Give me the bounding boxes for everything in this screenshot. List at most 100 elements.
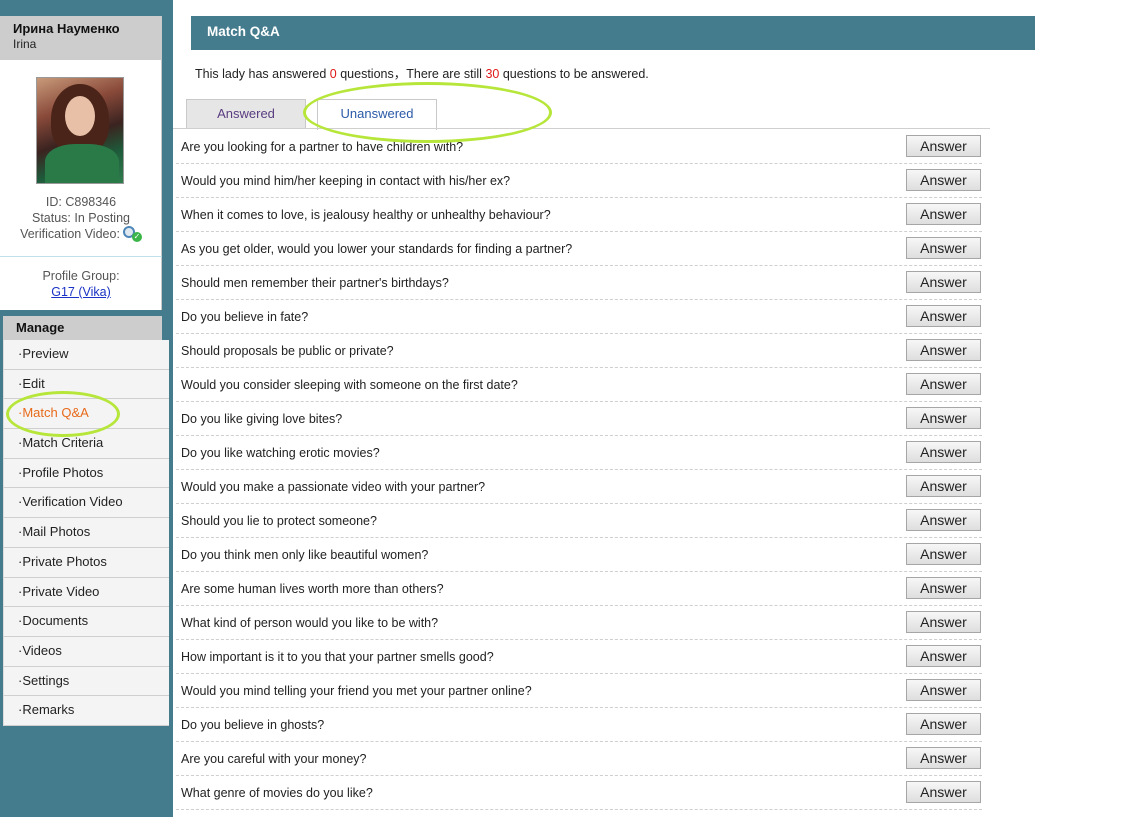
question-text: Should you lie to protect someone? bbox=[181, 514, 377, 528]
answer-button[interactable]: Answer bbox=[906, 679, 981, 701]
answer-button[interactable]: Answer bbox=[906, 781, 981, 803]
question-text: Would you mind telling your friend you m… bbox=[181, 684, 532, 698]
tabs-divider bbox=[173, 128, 990, 129]
answer-button[interactable]: Answer bbox=[906, 611, 981, 633]
question-text: When it comes to love, is jealousy healt… bbox=[181, 208, 551, 222]
menu-item-edit[interactable]: ·Edit bbox=[3, 369, 169, 400]
answer-button[interactable]: Answer bbox=[906, 713, 981, 735]
summary-text: This lady has answered bbox=[195, 67, 330, 81]
question-text: Would you make a passionate video with y… bbox=[181, 480, 486, 494]
profile-card: Ирина Науменко Irina ID: C898346 Status:… bbox=[0, 16, 162, 310]
answer-button[interactable]: Answer bbox=[906, 747, 981, 769]
question-text: What kind of person would you like to be… bbox=[181, 616, 439, 630]
question-text: Do you think men only like beautiful wom… bbox=[181, 548, 429, 562]
menu-item-verification-video[interactable]: ·Verification Video bbox=[3, 488, 169, 519]
question-row: Do you think men only like beautiful wom… bbox=[176, 538, 982, 572]
question-text: How important is it to you that your par… bbox=[181, 650, 494, 664]
answer-button[interactable]: Answer bbox=[906, 645, 981, 667]
answer-button[interactable]: Answer bbox=[906, 135, 981, 157]
profile-status: Status: In Posting bbox=[32, 211, 130, 225]
answered-count: 0 bbox=[329, 67, 337, 81]
answer-button[interactable]: Answer bbox=[906, 475, 981, 497]
question-text: Would you mind him/her keeping in contac… bbox=[181, 174, 511, 188]
question-row: What kind of person would you like to be… bbox=[176, 606, 982, 640]
question-row: How important is it to you that your par… bbox=[176, 640, 982, 674]
question-text: Do you believe in fate? bbox=[181, 310, 309, 324]
tab-answered[interactable]: Answered bbox=[186, 99, 306, 129]
profile-group-label: Profile Group: bbox=[42, 269, 120, 283]
divider bbox=[0, 256, 162, 257]
summary-text: questions to be answered. bbox=[499, 67, 649, 81]
question-row: Do you like giving love bites? Answer bbox=[176, 402, 982, 436]
profile-header: Ирина Науменко Irina bbox=[0, 16, 161, 60]
menu-item-documents[interactable]: ·Documents bbox=[3, 607, 169, 637]
question-text: Do you like watching erotic movies? bbox=[181, 446, 380, 460]
answer-summary: This lady has answered 0 questions，There… bbox=[195, 63, 649, 82]
question-row: Are you looking for a partner to have ch… bbox=[176, 130, 982, 164]
answer-button[interactable]: Answer bbox=[906, 237, 981, 259]
answer-button[interactable]: Answer bbox=[906, 577, 981, 599]
answer-button[interactable]: Answer bbox=[906, 543, 981, 565]
question-text: Should proposals be public or private? bbox=[181, 344, 394, 358]
question-text: Are you looking for a partner to have ch… bbox=[181, 140, 464, 154]
question-text: Do you like giving love bites? bbox=[181, 412, 343, 426]
webcam-verified-icon[interactable]: ✓ bbox=[122, 226, 142, 242]
verification-video-label: Verification Video: bbox=[20, 227, 120, 241]
answer-button[interactable]: Answer bbox=[906, 339, 981, 361]
answer-button[interactable]: Answer bbox=[906, 441, 981, 463]
menu-item-preview[interactable]: ·Preview bbox=[3, 340, 169, 370]
question-row: Do you like watching erotic movies? Answe… bbox=[176, 436, 982, 470]
menu-item-private-video[interactable]: ·Private Video bbox=[3, 577, 169, 608]
menu-item-remarks[interactable]: ·Remarks bbox=[3, 696, 169, 726]
sidebar: Ирина Науменко Irina ID: C898346 Status:… bbox=[0, 0, 173, 817]
question-row: As you get older, would you lower your s… bbox=[176, 232, 982, 266]
question-text: Are some human lives worth more than oth… bbox=[181, 582, 444, 596]
question-row: Do you believe in ghosts? Answer bbox=[176, 708, 982, 742]
answer-button[interactable]: Answer bbox=[906, 407, 981, 429]
answer-button[interactable]: Answer bbox=[906, 373, 981, 395]
question-row: When it comes to love, is jealousy healt… bbox=[176, 198, 982, 232]
profile-group-link[interactable]: G17 (Vika) bbox=[51, 285, 111, 299]
question-text: Should men remember their partner's birt… bbox=[181, 276, 449, 290]
profile-id: ID: C898346 bbox=[45, 195, 117, 209]
question-row: Should you lie to protect someone? Answer bbox=[176, 504, 982, 538]
manage-list: ·Preview ·Edit ·Match Q&A ·Match Criteria ·P… bbox=[3, 340, 169, 726]
question-row: Should men remember their partner's birt… bbox=[176, 266, 982, 300]
question-row: Would you make a passionate video with y… bbox=[176, 470, 982, 504]
question-row: Would you mind him/her keeping in contac… bbox=[176, 164, 982, 198]
answer-button[interactable]: Answer bbox=[906, 305, 981, 327]
question-row: Would you mind telling your friend you m… bbox=[176, 674, 982, 708]
avatar[interactable] bbox=[36, 77, 124, 184]
menu-item-mail-photos[interactable]: ·Mail Photos bbox=[3, 518, 169, 548]
question-text: Would you consider sleeping with someone… bbox=[181, 378, 518, 392]
manage-heading: Manage bbox=[3, 316, 162, 340]
remaining-count: 30 bbox=[485, 67, 500, 81]
menu-item-settings[interactable]: ·Settings bbox=[3, 666, 169, 697]
menu-item-match-criteria[interactable]: ·Match Criteria bbox=[3, 429, 169, 459]
question-row: Should proposals be public or private? An… bbox=[176, 334, 982, 368]
question-list: Are you looking for a partner to have ch… bbox=[176, 130, 982, 810]
question-row: What genre of movies do you like? Answer bbox=[176, 776, 982, 810]
question-row: Are some human lives worth more than oth… bbox=[176, 572, 982, 606]
manage-menu: Manage ·Preview ·Edit ·Match Q&A ·Match Cri… bbox=[3, 316, 169, 726]
menu-item-private-photos[interactable]: ·Private Photos bbox=[3, 547, 169, 578]
answer-button[interactable]: Answer bbox=[906, 169, 981, 191]
answer-button[interactable]: Answer bbox=[906, 203, 981, 225]
question-row: Are you careful with your money? Answer bbox=[176, 742, 982, 776]
page-title: Match Q&A bbox=[191, 16, 1035, 50]
verification-video-row: Verification Video: ✓ bbox=[0, 226, 162, 242]
question-row: Would you consider sleeping with someone… bbox=[176, 368, 982, 402]
profile-info: ID: C898346 Status: In Posting Verificat… bbox=[0, 194, 162, 242]
profile-name: Ирина Науменко bbox=[13, 21, 120, 36]
profile-latin-name: Irina bbox=[13, 37, 37, 51]
tab-unanswered[interactable]: Unanswered bbox=[317, 99, 437, 130]
menu-item-match-q-a[interactable]: ·Match Q&A bbox=[3, 399, 169, 430]
answer-button[interactable]: Answer bbox=[906, 509, 981, 531]
question-text: Are you careful with your money? bbox=[181, 752, 367, 766]
question-row: Do you believe in fate? Answer bbox=[176, 300, 982, 334]
question-text: What genre of movies do you like? bbox=[181, 786, 373, 800]
menu-item-profile-photos[interactable]: ·Profile Photos bbox=[3, 458, 169, 489]
answer-button[interactable]: Answer bbox=[906, 271, 981, 293]
question-text: Do you believe in ghosts? bbox=[181, 718, 325, 732]
menu-item-videos[interactable]: ·Videos bbox=[3, 636, 169, 667]
